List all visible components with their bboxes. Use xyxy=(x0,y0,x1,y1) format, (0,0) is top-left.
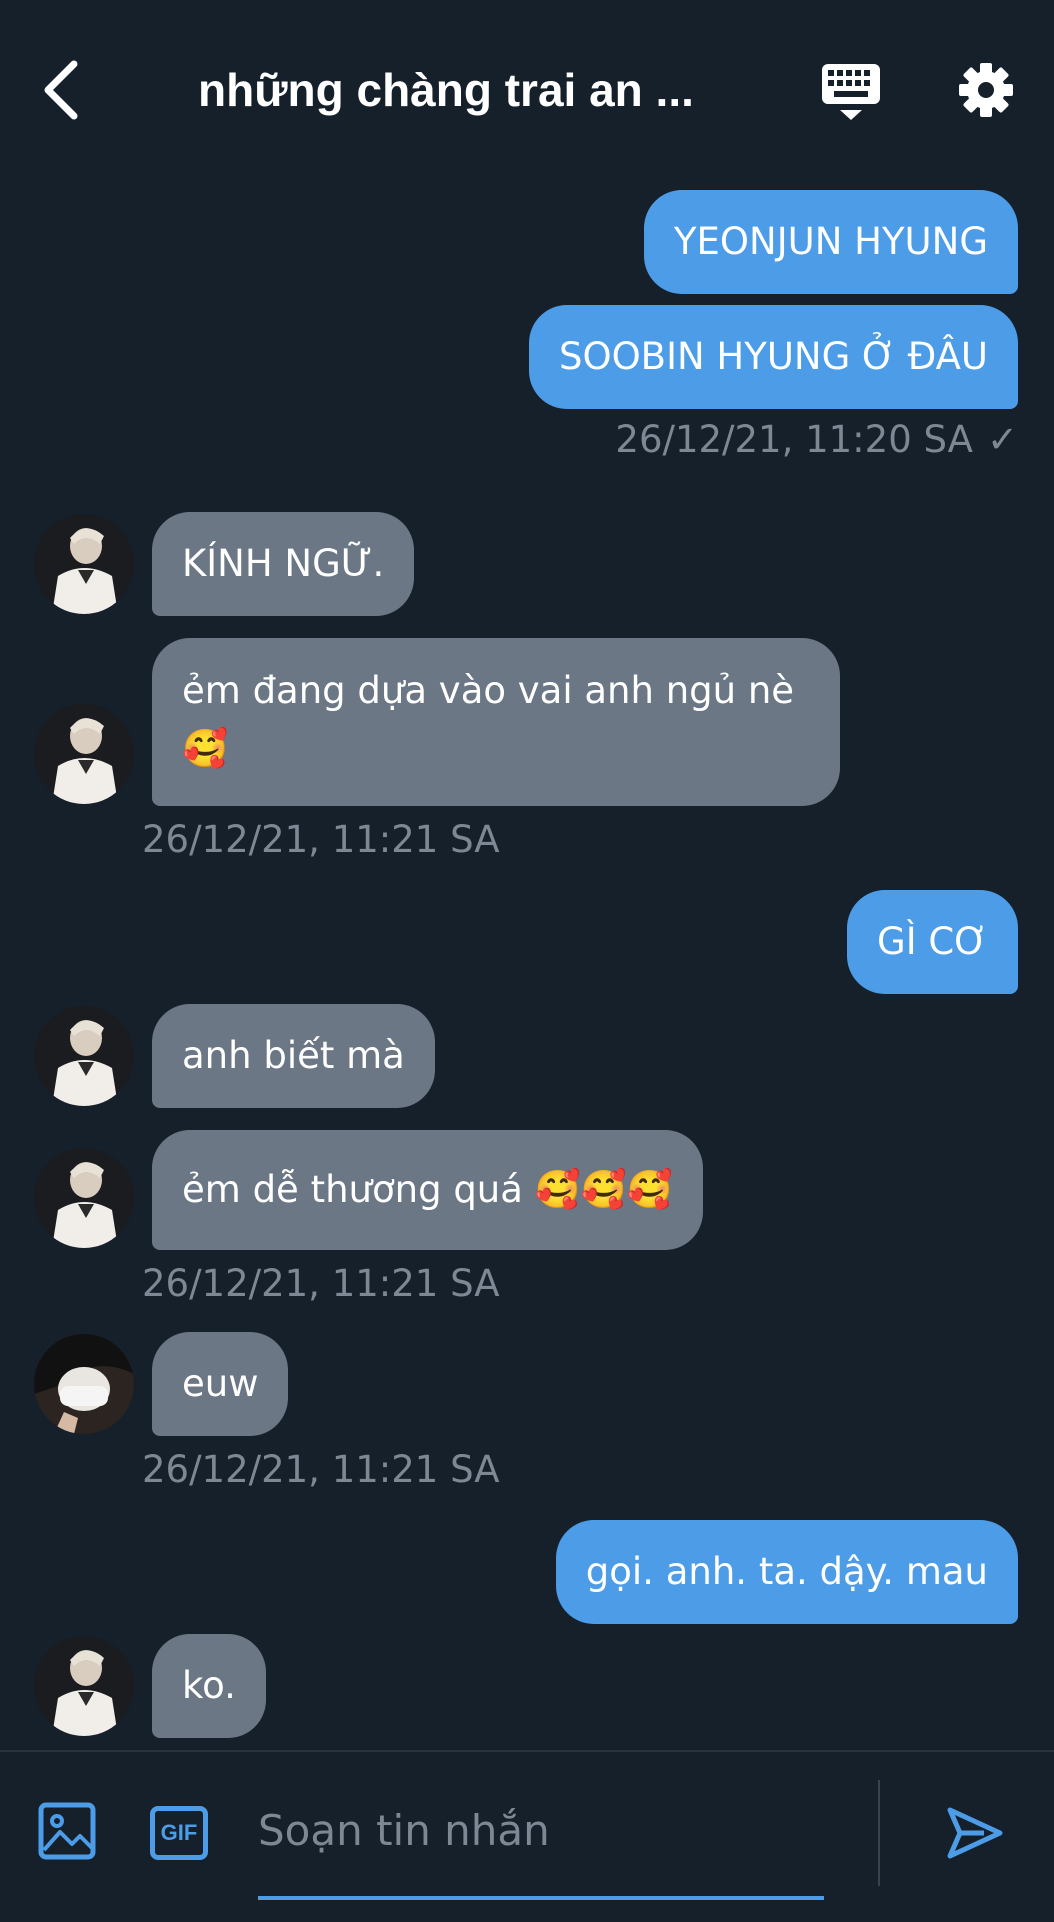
avatar-image xyxy=(34,1148,134,1248)
back-button[interactable] xyxy=(40,58,84,122)
message-text: KÍNH NGỮ. xyxy=(182,542,385,585)
avatar[interactable] xyxy=(34,704,134,804)
avatar-image xyxy=(34,1334,134,1434)
message-bubble-incoming[interactable]: ẻm đang dựa vào vai anh ngủ nè 🥰 xyxy=(152,638,840,806)
message-text: anh biết mà xyxy=(182,1034,405,1077)
message-bubble-outgoing[interactable]: SOOBIN HYUNG Ở ĐÂU xyxy=(528,305,1018,409)
gear-icon xyxy=(959,63,1013,117)
message-bubble-outgoing[interactable]: GÌ CƠ xyxy=(847,890,1018,994)
message-text: ko. xyxy=(182,1664,236,1707)
settings-button[interactable] xyxy=(958,62,1014,118)
message-text: ẻm đang dựa vào vai anh ngủ nè 🥰 xyxy=(182,669,795,770)
message-input[interactable]: Soạn tin nhắn xyxy=(258,1806,550,1855)
keyboard-button[interactable] xyxy=(820,62,882,122)
message-text: SOOBIN HYUNG Ở ĐÂU xyxy=(558,335,988,378)
image-icon xyxy=(38,1802,96,1860)
composer-divider xyxy=(878,1780,880,1886)
avatar[interactable] xyxy=(34,1334,134,1434)
avatar[interactable] xyxy=(34,1148,134,1248)
gif-button[interactable]: GIF xyxy=(150,1806,208,1860)
input-underline xyxy=(258,1896,824,1900)
avatar[interactable] xyxy=(34,514,134,614)
message-bubble-incoming[interactable]: ẻm dễ thương quá 🥰🥰🥰 xyxy=(152,1130,703,1250)
message-bubble-outgoing[interactable]: gọi. anh. ta. dậy. mau xyxy=(555,1520,1018,1624)
send-button[interactable] xyxy=(946,1806,1004,1864)
message-text: YEONJUN HYUNG xyxy=(673,220,988,263)
gif-label: GIF xyxy=(160,1820,198,1845)
avatar-image xyxy=(34,514,134,614)
chat-header: những chàng trai an ... xyxy=(0,0,1054,170)
sent-check-icon: ✓ xyxy=(986,418,1018,461)
message-bubble-incoming[interactable]: ko. xyxy=(152,1634,266,1738)
avatar-image xyxy=(34,1636,134,1736)
message-bubble-incoming[interactable]: euw xyxy=(152,1332,289,1436)
send-icon xyxy=(947,1807,1003,1859)
message-text: gọi. anh. ta. dậy. mau xyxy=(585,1550,988,1593)
message-bubble-incoming[interactable]: anh biết mà xyxy=(152,1004,435,1108)
avatar[interactable] xyxy=(34,1006,134,1106)
message-text: ẻm dễ thương quá 🥰🥰🥰 xyxy=(182,1168,673,1211)
conversation-title[interactable]: những chàng trai an ... xyxy=(198,62,718,118)
message-text: euw xyxy=(182,1362,259,1405)
chevron-left-icon xyxy=(44,60,78,120)
avatar[interactable] xyxy=(34,1636,134,1736)
message-text: GÌ CƠ xyxy=(877,920,988,963)
keyboard-icon xyxy=(822,64,880,120)
message-timestamp: 26/12/21, 11:21 SA xyxy=(142,818,500,861)
message-bubble-outgoing[interactable]: YEONJUN HYUNG xyxy=(643,190,1018,294)
message-timestamp: 26/12/21, 11:20 SA ✓ xyxy=(615,418,1018,461)
avatar-image xyxy=(34,704,134,804)
message-timestamp: 26/12/21, 11:21 SA xyxy=(142,1262,500,1305)
image-button[interactable] xyxy=(38,1802,96,1864)
message-bubble-incoming[interactable]: KÍNH NGỮ. xyxy=(152,512,415,616)
avatar-image xyxy=(34,1006,134,1106)
message-timestamp: 26/12/21, 11:21 SA xyxy=(142,1448,500,1491)
